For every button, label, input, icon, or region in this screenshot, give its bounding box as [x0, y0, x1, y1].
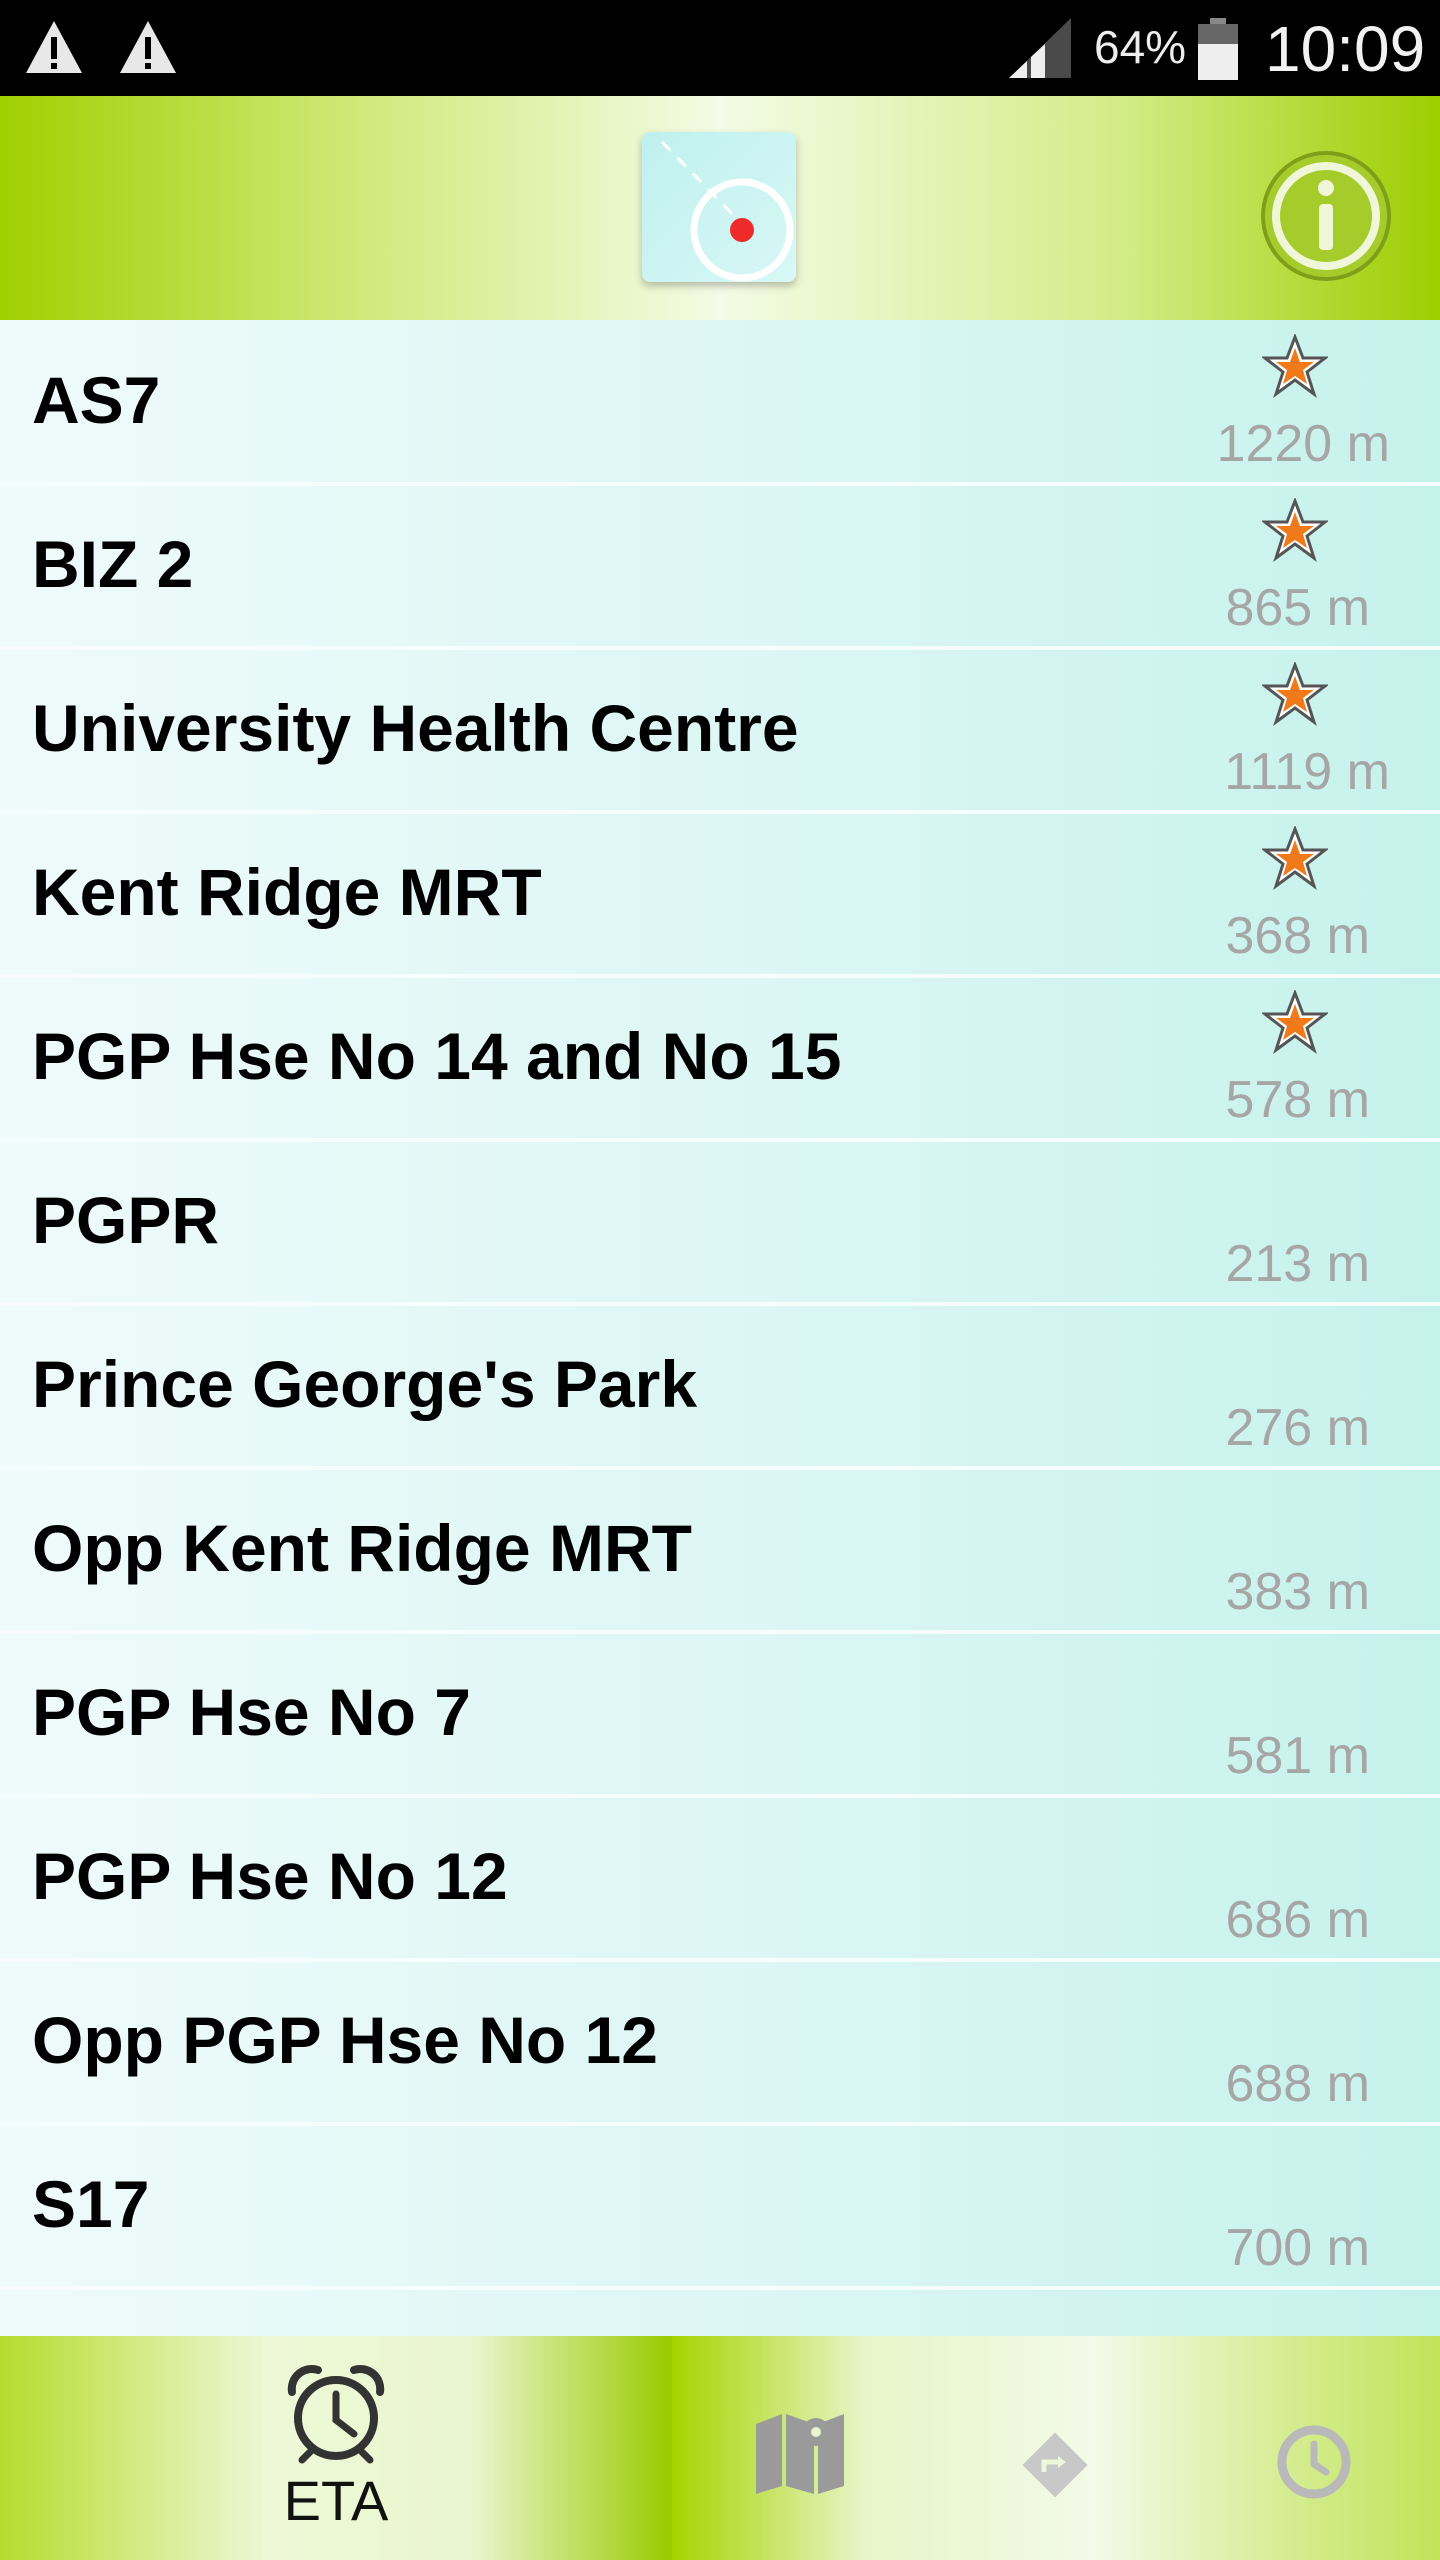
- status-bar: 64% 10:09: [0, 0, 1440, 96]
- stop-distance: 383 m: [1225, 1563, 1370, 1621]
- stop-distance: 213 m: [1225, 1235, 1370, 1293]
- list-item[interactable]: Opp PGP Hse No 12 688 m: [0, 1960, 1440, 2126]
- list-item[interactable]: Kent Ridge MRT 368 m: [0, 812, 1440, 978]
- stop-distance: 276 m: [1225, 1399, 1370, 1457]
- bottom-nav: ETA: [0, 2336, 1440, 2560]
- favorite-star-icon[interactable]: [1262, 826, 1328, 890]
- info-icon[interactable]: [1258, 148, 1394, 284]
- stop-distance: 578 m: [1225, 1071, 1370, 1129]
- list-item[interactable]: PGP Hse No 12 686 m: [0, 1796, 1440, 1962]
- stop-distance: 581 m: [1225, 1727, 1370, 1785]
- list-item[interactable]: BIZ 2 865 m: [0, 484, 1440, 650]
- battery-icon: [1198, 18, 1238, 80]
- list-item[interactable]: Opp Kent Ridge MRT 383 m: [0, 1468, 1440, 1634]
- app-header: [0, 96, 1440, 320]
- bottom-nav-tabs: [672, 2336, 1440, 2560]
- stop-list: AS7 1220 m BIZ 2 865 m University Health…: [0, 320, 1440, 2336]
- signal-icon: [1009, 18, 1071, 78]
- alarm-clock-icon: [287, 2365, 385, 2464]
- warning-icon: [26, 21, 82, 73]
- favorite-star-icon[interactable]: [1262, 498, 1328, 562]
- stop-name: S17: [32, 2167, 150, 2241]
- stop-name: PGP Hse No 14 and No 15: [32, 1019, 842, 1093]
- tab-eta-label: ETA: [283, 2469, 389, 2532]
- stop-distance: 865 m: [1225, 579, 1370, 637]
- stop-name: University Health Centre: [32, 691, 799, 765]
- app-logo: [642, 132, 796, 282]
- directions-icon[interactable]: [1018, 2428, 1092, 2502]
- favorite-star-icon[interactable]: [1262, 990, 1328, 1054]
- tab-eta[interactable]: ETA: [0, 2336, 672, 2560]
- stop-name: PGP Hse No 12: [32, 1839, 508, 1913]
- favorite-star-icon[interactable]: [1262, 334, 1328, 398]
- list-item[interactable]: S17 700 m: [0, 2124, 1440, 2290]
- stop-distance: 688 m: [1225, 2055, 1370, 2113]
- stop-name: PGP Hse No 7: [32, 1675, 471, 1749]
- battery-percent: 64%: [1094, 21, 1187, 73]
- warning-icon: [120, 21, 176, 73]
- clock-icon[interactable]: [1276, 2424, 1352, 2500]
- stop-distance: 1119 m: [1224, 743, 1390, 801]
- stop-name: PGPR: [32, 1183, 220, 1257]
- stop-name: Opp PGP Hse No 12: [32, 2003, 658, 2077]
- stop-distance: 700 m: [1225, 2219, 1370, 2277]
- stop-name: Kent Ridge MRT: [32, 855, 542, 929]
- stop-name: BIZ 2: [32, 527, 194, 601]
- list-item[interactable]: PGPR 213 m: [0, 1140, 1440, 1306]
- list-item[interactable]: PGP Hse No 14 and No 15 578 m: [0, 976, 1440, 1142]
- list-item[interactable]: Prince George's Park 276 m: [0, 1304, 1440, 1470]
- stop-distance: 368 m: [1225, 907, 1370, 965]
- list-item[interactable]: University Health Centre 1119 m: [0, 648, 1440, 814]
- stop-name: Opp Kent Ridge MRT: [32, 1511, 692, 1585]
- stop-name: Prince George's Park: [32, 1347, 698, 1421]
- clock: 10:09: [1265, 13, 1426, 85]
- stop-distance: 1220 m: [1216, 415, 1390, 473]
- stop-name: AS7: [32, 363, 161, 437]
- favorite-star-icon[interactable]: [1262, 662, 1328, 726]
- stop-distance: 686 m: [1225, 1891, 1370, 1949]
- list-item-partial[interactable]: [0, 2288, 1440, 2336]
- map-icon[interactable]: [752, 2410, 848, 2494]
- list-item[interactable]: PGP Hse No 7 581 m: [0, 1632, 1440, 1798]
- list-item[interactable]: AS7 1220 m: [0, 320, 1440, 486]
